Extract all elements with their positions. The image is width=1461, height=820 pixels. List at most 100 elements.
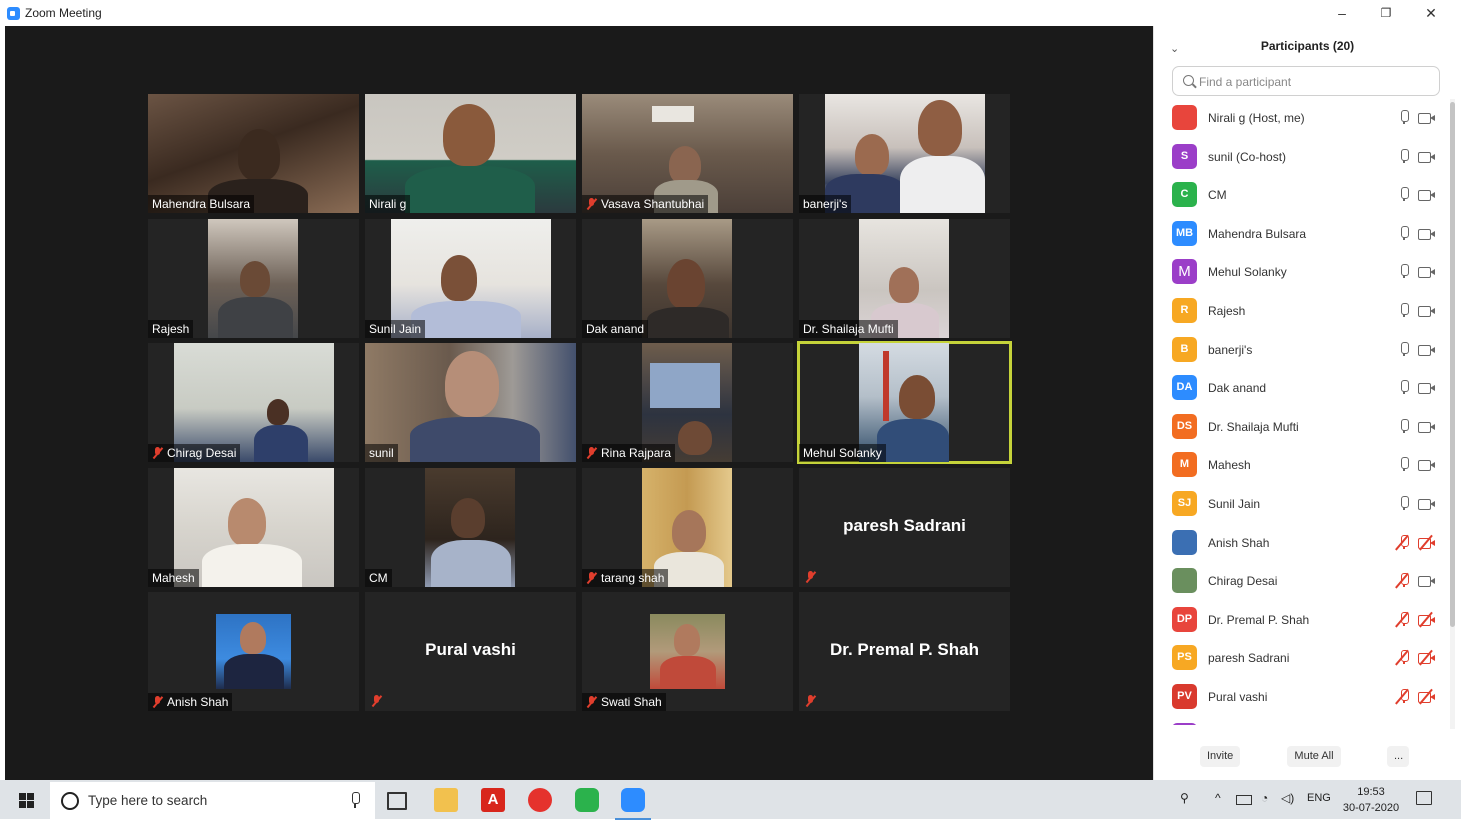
mute-all-button[interactable]: Mute All (1287, 746, 1341, 767)
video-tile[interactable]: Chirag Desai (148, 343, 359, 462)
participant-row[interactable]: Ssunil (Co-host) (1154, 138, 1444, 176)
video-tile[interactable]: banerji's (799, 94, 1010, 213)
participant-row-partial[interactable] (1154, 717, 1444, 725)
video-tile[interactable]: Swati Shah (582, 592, 793, 711)
participant-video (208, 219, 298, 338)
video-tile[interactable]: CM (365, 468, 576, 587)
video-camera-icon[interactable] (1418, 344, 1435, 356)
system-clock[interactable]: 19:53 30-07-2020 (1338, 784, 1404, 816)
participant-name: Dak anand (586, 322, 645, 336)
video-tile[interactable]: Rina Rajpara (582, 343, 793, 462)
more-options-button[interactable]: ... (1387, 746, 1409, 767)
participants-panel: ⌄ Participants (20) Nirali g (Host, me)S… (1153, 26, 1461, 780)
invite-button[interactable]: Invite (1200, 746, 1240, 767)
people-icon[interactable]: ⚲ (1180, 791, 1189, 805)
participant-row[interactable]: MB Mahendra Bulsara (1154, 215, 1444, 253)
mic-icon[interactable] (1399, 225, 1409, 241)
participant-row[interactable]: PS paresh Sadrani (1154, 639, 1444, 677)
scrollbar-thumb[interactable] (1450, 102, 1455, 627)
participant-search-input[interactable] (1199, 73, 1429, 91)
video-tile[interactable]: Rajesh (148, 219, 359, 338)
battery-icon[interactable] (1236, 795, 1252, 805)
file-explorer-icon[interactable] (434, 788, 458, 812)
mic-icon[interactable] (1399, 303, 1409, 318)
windows-start-icon[interactable] (19, 793, 35, 808)
clock-time: 19:53 (1357, 786, 1385, 798)
mic-icon[interactable] (1399, 496, 1409, 511)
voice-search-icon[interactable] (350, 792, 360, 808)
show-hidden-icons-icon[interactable]: ^ (1215, 791, 1221, 805)
video-camera-icon[interactable] (1418, 499, 1435, 510)
video-camera-icon[interactable] (1418, 190, 1435, 202)
phone-app-icon[interactable] (575, 788, 599, 812)
participant-row[interactable]: PV Pural vashi (1154, 678, 1444, 716)
mic-icon[interactable] (1399, 264, 1409, 279)
participant-row[interactable]: DS Dr. Shailaja Mufti (1154, 408, 1444, 446)
participant-row[interactable]: C CM (1154, 176, 1444, 214)
volume-icon[interactable]: ◁) (1281, 791, 1294, 805)
participant-name-tag: Dr. Shailaja Mufti (799, 320, 898, 338)
notifications-icon[interactable] (1416, 791, 1432, 805)
participant-avatar: M (1172, 259, 1197, 285)
window-title: Zoom Meeting (25, 6, 102, 20)
participant-row[interactable]: SJ Sunil Jain (1154, 485, 1444, 523)
acrobat-icon[interactable]: A (481, 788, 505, 812)
participant-name-tag: Vasava Shantubhai (582, 195, 709, 213)
wifi-icon[interactable]: ◔ (1261, 791, 1268, 805)
zoom-taskbar-icon[interactable] (615, 788, 651, 820)
video-tile[interactable]: Mahendra Bulsara (148, 94, 359, 213)
restore-button[interactable]: ❐ (1366, 2, 1406, 24)
video-off-tile[interactable]: paresh Sadrani (799, 468, 1010, 587)
participant-search-box[interactable] (1172, 66, 1440, 96)
minimize-button[interactable]: – (1322, 2, 1362, 24)
participant-name: Mehul Solanky (803, 446, 882, 460)
participant-name: Pural vashi (1208, 690, 1268, 704)
active-speaker-tile[interactable]: Mehul Solanky (797, 341, 1012, 464)
task-view-icon[interactable] (387, 792, 407, 810)
video-tile[interactable]: Dak anand (582, 219, 793, 338)
video-tile[interactable]: tarang shah (582, 468, 793, 587)
participant-row[interactable]: Anish Shah (1154, 524, 1444, 562)
app-icon[interactable] (528, 788, 552, 812)
video-tile[interactable]: Mahesh (148, 468, 359, 587)
taskbar-search-box[interactable]: Type here to search (50, 782, 375, 819)
video-camera-icon[interactable] (1418, 228, 1435, 240)
video-tile[interactable]: Sunil Jain (365, 219, 576, 338)
mic-icon[interactable] (1399, 148, 1409, 164)
video-tile[interactable]: sunil (365, 343, 576, 462)
mic-icon[interactable] (1399, 187, 1409, 202)
video-camera-icon[interactable] (1418, 383, 1435, 395)
mic-icon[interactable] (1399, 418, 1409, 434)
video-camera-icon[interactable] (1418, 576, 1435, 588)
video-camera-icon[interactable] (1418, 460, 1435, 472)
participant-photo (650, 614, 725, 689)
participant-row[interactable]: Chirag Desai (1154, 562, 1444, 600)
video-tile[interactable]: Dr. Shailaja Mufti (799, 219, 1010, 338)
video-camera-icon[interactable] (1418, 267, 1435, 279)
video-tile[interactable]: Anish Shah (148, 592, 359, 711)
participant-row[interactable]: DP Dr. Premal P. Shah (1154, 601, 1444, 639)
mic-icon[interactable] (1399, 457, 1409, 472)
participant-row[interactable]: DA Dak anand (1154, 369, 1444, 407)
participant-row[interactable]: R Rajesh (1154, 292, 1444, 330)
muted-mic-icon (152, 447, 163, 459)
participant-row[interactable]: M Mahesh (1154, 446, 1444, 484)
video-tile[interactable]: Vasava Shantubhai (582, 94, 793, 213)
video-off-tile[interactable]: Pural vashi (365, 592, 576, 711)
video-tile[interactable]: Nirali g (365, 94, 576, 213)
video-camera-icon[interactable] (1418, 113, 1435, 124)
video-off-tile[interactable]: Dr. Premal P. Shah (799, 592, 1010, 711)
participant-row[interactable]: M Mehul Solanky (1154, 253, 1444, 291)
participant-name-tag: Nirali g (365, 195, 411, 213)
participant-row[interactable]: Bbanerji's (1154, 331, 1444, 369)
participant-row[interactable]: Nirali g (Host, me) (1154, 99, 1444, 137)
participant-name: Vasava Shantubhai (601, 197, 705, 211)
mic-icon[interactable] (1399, 380, 1409, 395)
mic-icon[interactable] (1399, 341, 1409, 357)
language-indicator[interactable]: ENG (1307, 792, 1331, 804)
video-camera-icon[interactable] (1418, 306, 1435, 317)
mic-icon[interactable] (1399, 110, 1409, 125)
video-camera-icon[interactable] (1418, 421, 1435, 433)
video-camera-icon[interactable] (1418, 151, 1435, 163)
close-button[interactable]: ✕ (1411, 2, 1451, 24)
